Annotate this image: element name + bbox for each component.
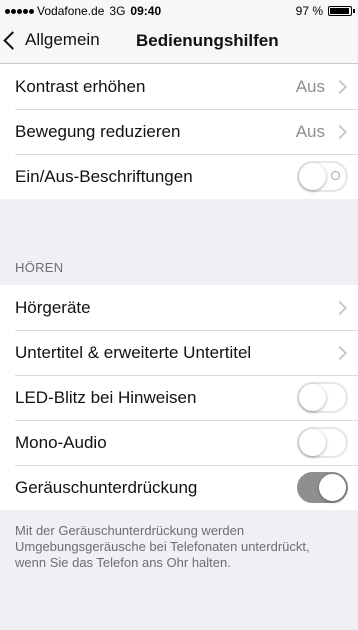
row-geraeuschunterdrueckung: Geräuschunterdrückung <box>0 465 358 510</box>
row-label: Geräuschunterdrückung <box>15 477 198 497</box>
navigation-bar: Allgemein Bedienungshilfen <box>0 20 358 64</box>
row-value: Aus <box>295 121 325 141</box>
row-label: Hörgeräte <box>15 297 91 317</box>
row-led-blitz: LED-Blitz bei Hinweisen <box>0 375 358 420</box>
row-hoergeraete[interactable]: Hörgeräte <box>0 285 358 330</box>
battery-icon <box>328 6 355 16</box>
row-bewegung-reduzieren[interactable]: Bewegung reduzieren Aus <box>0 109 358 154</box>
status-time: 09:40 <box>130 4 162 18</box>
chevron-left-icon <box>3 31 22 50</box>
status-bar: Vodafone.de 3G 09:40 97 % <box>0 0 358 20</box>
footer-description: Mit der Geräuschunterdrückung werden Umg… <box>15 523 310 570</box>
row-label: Ein/Aus-Beschriftungen <box>15 166 193 186</box>
section-header-hoeren: HÖREN <box>15 260 64 275</box>
battery-percentage: 97 % <box>295 4 323 18</box>
chevron-right-icon <box>332 124 348 139</box>
status-right: 97 % <box>295 4 355 18</box>
row-ein-aus-beschriftungen: Ein/Aus-Beschriftungen <box>0 154 358 199</box>
toggle-knob <box>319 474 346 501</box>
toggle-knob <box>299 384 326 411</box>
chevron-right-icon <box>332 79 348 94</box>
row-label: Kontrast erhöhen <box>15 76 146 96</box>
chevron-right-icon <box>332 300 348 315</box>
row-untertitel[interactable]: Untertitel & erweiterte Untertitel <box>0 330 358 375</box>
toggle-knob <box>299 163 326 190</box>
back-button-label: Allgemein <box>25 30 100 49</box>
row-label: LED-Blitz bei Hinweisen <box>15 387 197 407</box>
row-label: Untertitel & erweiterte Untertitel <box>15 342 252 362</box>
settings-group-display: Kontrast erhöhen Aus Bewegung reduzieren… <box>0 64 358 199</box>
toggle-knob <box>299 429 326 456</box>
network-type: 3G <box>109 4 126 18</box>
chevron-right-icon <box>332 345 348 360</box>
toggle-mono-audio[interactable] <box>297 427 348 458</box>
carrier-name: Vodafone.de <box>37 4 105 18</box>
row-kontrast-erhoehen[interactable]: Kontrast erhöhen Aus <box>0 64 358 109</box>
signal-strength-icon <box>5 8 34 14</box>
row-value: Aus <box>295 76 325 96</box>
off-label-icon <box>331 171 340 180</box>
row-label: Bewegung reduzieren <box>15 121 181 141</box>
row-mono-audio: Mono-Audio <box>0 420 358 465</box>
settings-group-hearing: Hörgeräte Untertitel & erweiterte Untert… <box>0 285 358 510</box>
toggle-ein-aus-beschriftungen[interactable] <box>297 161 348 192</box>
status-left: Vodafone.de 3G 09:40 <box>5 4 161 18</box>
toggle-geraeuschunterdrueckung[interactable] <box>297 472 348 503</box>
toggle-led-blitz[interactable] <box>297 382 348 413</box>
page-title: Bedienungshilfen <box>136 31 279 50</box>
back-button[interactable]: Allgemein <box>3 30 100 50</box>
row-label: Mono-Audio <box>15 432 107 452</box>
